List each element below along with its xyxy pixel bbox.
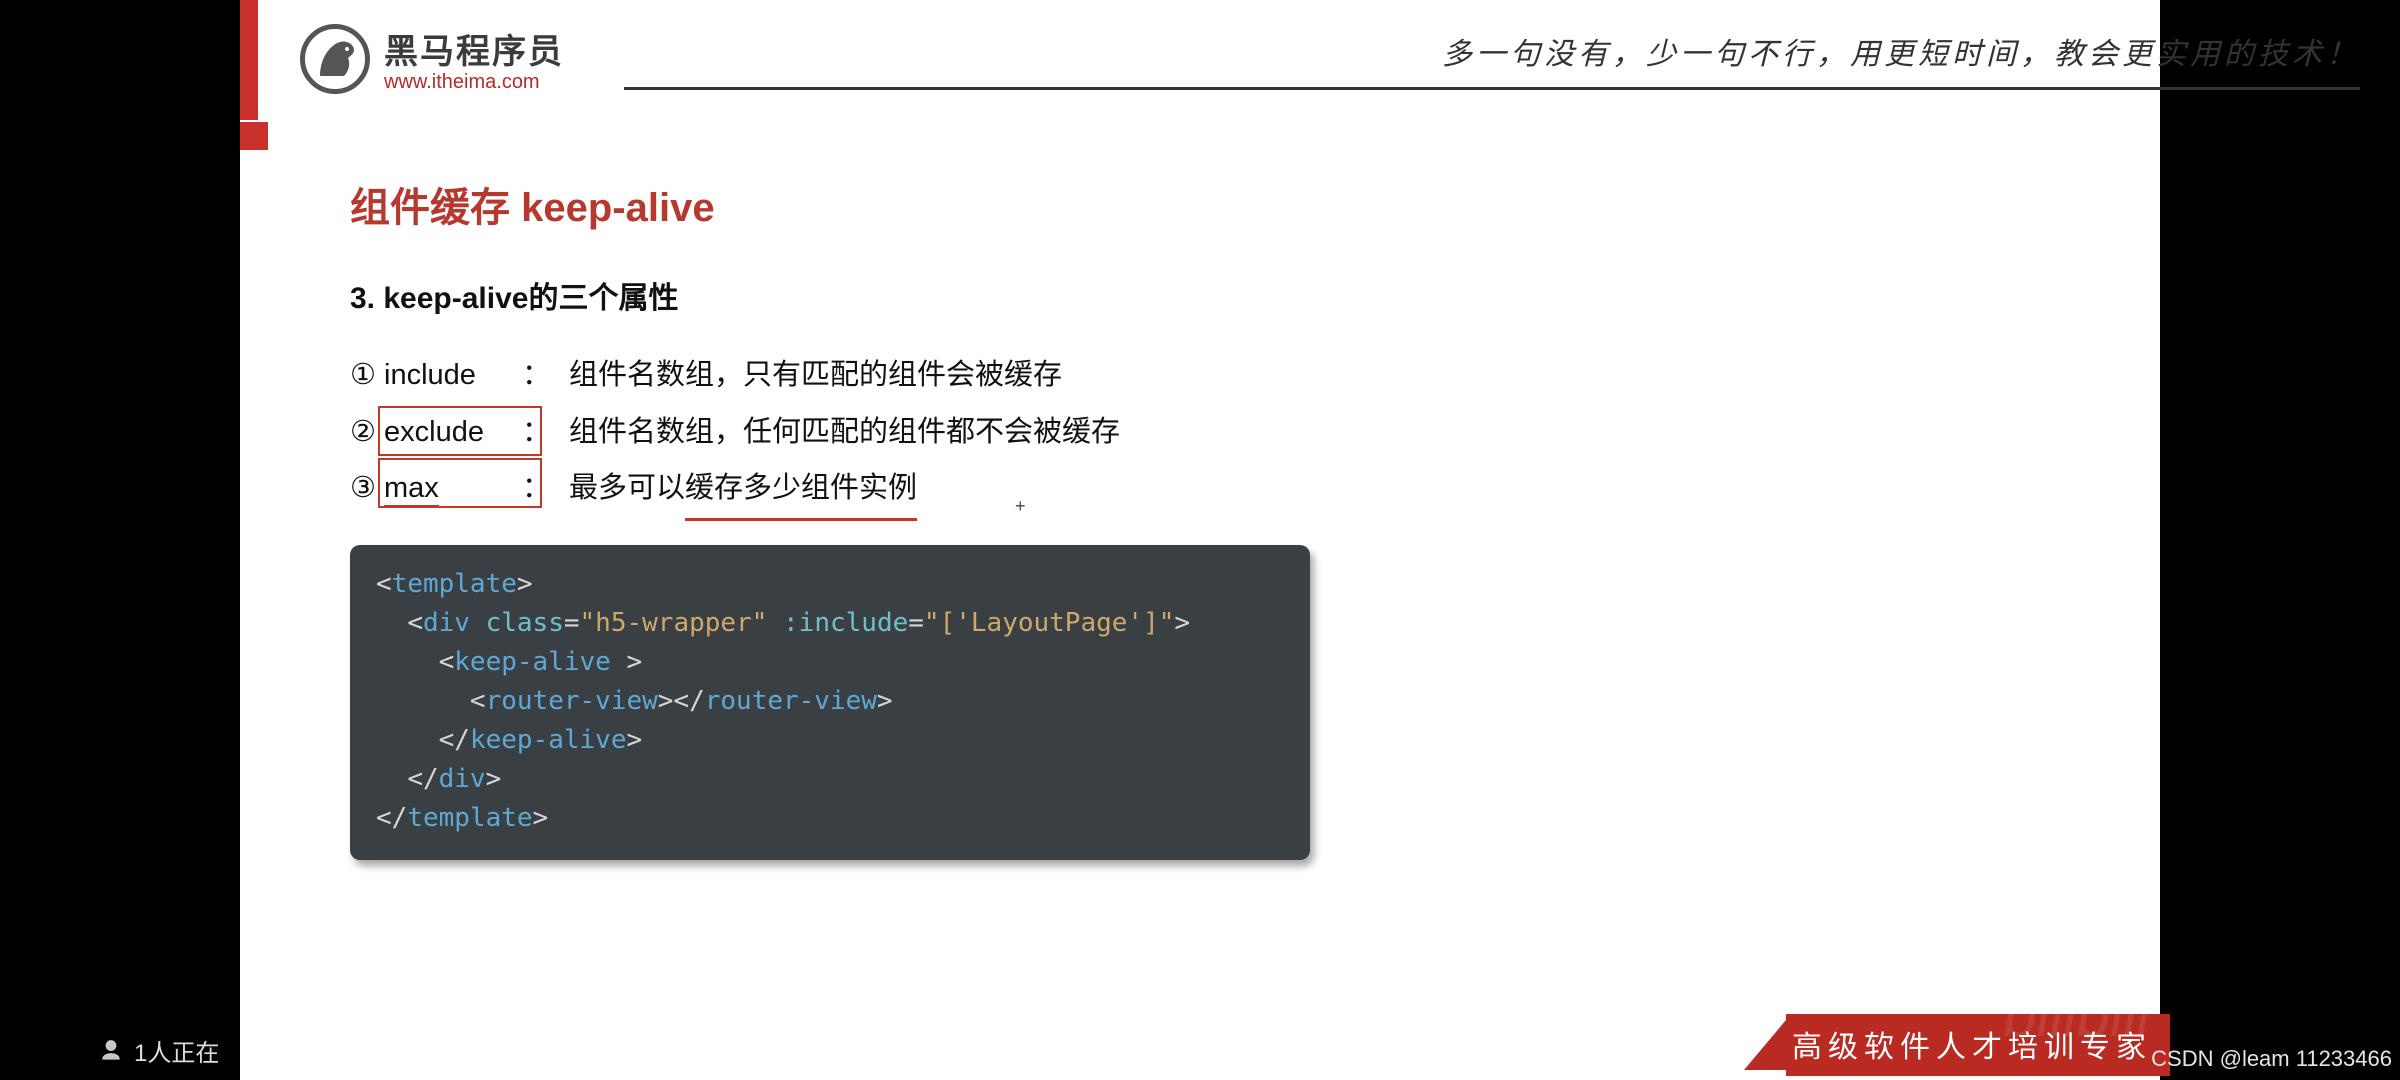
brand-name: 黑马程序员 xyxy=(384,24,564,73)
horse-logo-icon xyxy=(300,24,370,94)
colon: ： xyxy=(522,460,551,517)
brand-logo-block: 黑马程序员 www.itheima.com xyxy=(300,24,564,94)
slide-subtitle: 3. keep-alive的三个属性 xyxy=(350,273,1850,317)
code-tag: div xyxy=(423,608,470,638)
prop-desc-underlined: 缓存多少组件实例 xyxy=(685,460,917,521)
tagline-block: 多一句没有，少一句不行，用更短时间，教会更实用的技术！ xyxy=(624,29,2360,90)
prop-max: ③ max ： 最多可以缓存多少组件实例 xyxy=(350,460,1850,521)
colon: ： xyxy=(522,347,551,404)
number-badge: ③ xyxy=(350,460,384,517)
brand-url: www.itheima.com xyxy=(384,71,564,94)
viewer-text: 1人正在 xyxy=(134,1033,219,1068)
code-tag: div xyxy=(439,764,486,794)
tagline-underline xyxy=(624,87,2360,90)
code-tag: keep-alive xyxy=(470,725,627,755)
prop-exclude: ② exclude ： 组件名数组，任何匹配的组件都不会被缓存 xyxy=(350,404,1850,461)
colon: ： xyxy=(522,404,551,461)
footer-ribbon: 高级软件人才培训专家 xyxy=(1744,1014,2170,1076)
code-attr: class xyxy=(486,608,564,638)
prop-desc: 组件名数组，任何匹配的组件都不会被缓存 xyxy=(569,404,1120,461)
number-badge: ② xyxy=(350,404,384,461)
csdn-watermark: CSDN @leam 11233466 xyxy=(2151,1046,2392,1072)
accent-bar-small xyxy=(240,122,268,150)
viewer-count-overlay: 1人正在 xyxy=(98,1033,219,1068)
brand-text: 黑马程序员 www.itheima.com xyxy=(384,24,564,94)
code-block: <template> <div class="h5-wrapper" :incl… xyxy=(350,545,1310,860)
code-str: "h5-wrapper" xyxy=(580,608,768,638)
prop-include: ① include ： 组件名数组，只有匹配的组件会被缓存 xyxy=(350,347,1850,404)
code-tag: template xyxy=(392,569,517,599)
code-tag: router-view xyxy=(705,686,877,716)
tagline-text: 多一句没有，少一句不行，用更短时间，教会更实用的技术！ xyxy=(624,29,2360,73)
slide-header: 黑马程序员 www.itheima.com 多一句没有，少一句不行，用更短时间，… xyxy=(300,24,2360,94)
code-str: "['LayoutPage']" xyxy=(924,608,1174,638)
code-attr: :include xyxy=(783,608,908,638)
property-list: ① include ： 组件名数组，只有匹配的组件会被缓存 ② exclude … xyxy=(350,347,1850,521)
prop-desc: 组件名数组，只有匹配的组件会被缓存 xyxy=(569,347,1062,404)
accent-bar-large xyxy=(240,0,258,120)
code-tag: keep-alive xyxy=(454,647,611,677)
prop-name-text: max xyxy=(384,472,439,508)
prop-name: exclude xyxy=(384,404,504,461)
code-tag: router-view xyxy=(486,686,658,716)
slide-content: 组件缓存 keep-alive 3. keep-alive的三个属性 ① inc… xyxy=(350,175,1850,860)
ribbon-triangle xyxy=(1744,1020,1786,1070)
prop-desc-pre: 最多可以 xyxy=(569,460,685,517)
code-tag: template xyxy=(407,803,532,833)
stage: 黑马程序员 www.itheima.com 多一句没有，少一句不行，用更短时间，… xyxy=(0,0,2400,1080)
user-icon xyxy=(98,1038,124,1064)
number-badge: ① xyxy=(350,347,384,404)
prop-name: include xyxy=(384,347,504,404)
slide-title: 组件缓存 keep-alive xyxy=(350,175,1850,233)
ribbon-label: 高级软件人才培训专家 xyxy=(1786,1014,2170,1076)
prop-name: max xyxy=(384,460,504,517)
